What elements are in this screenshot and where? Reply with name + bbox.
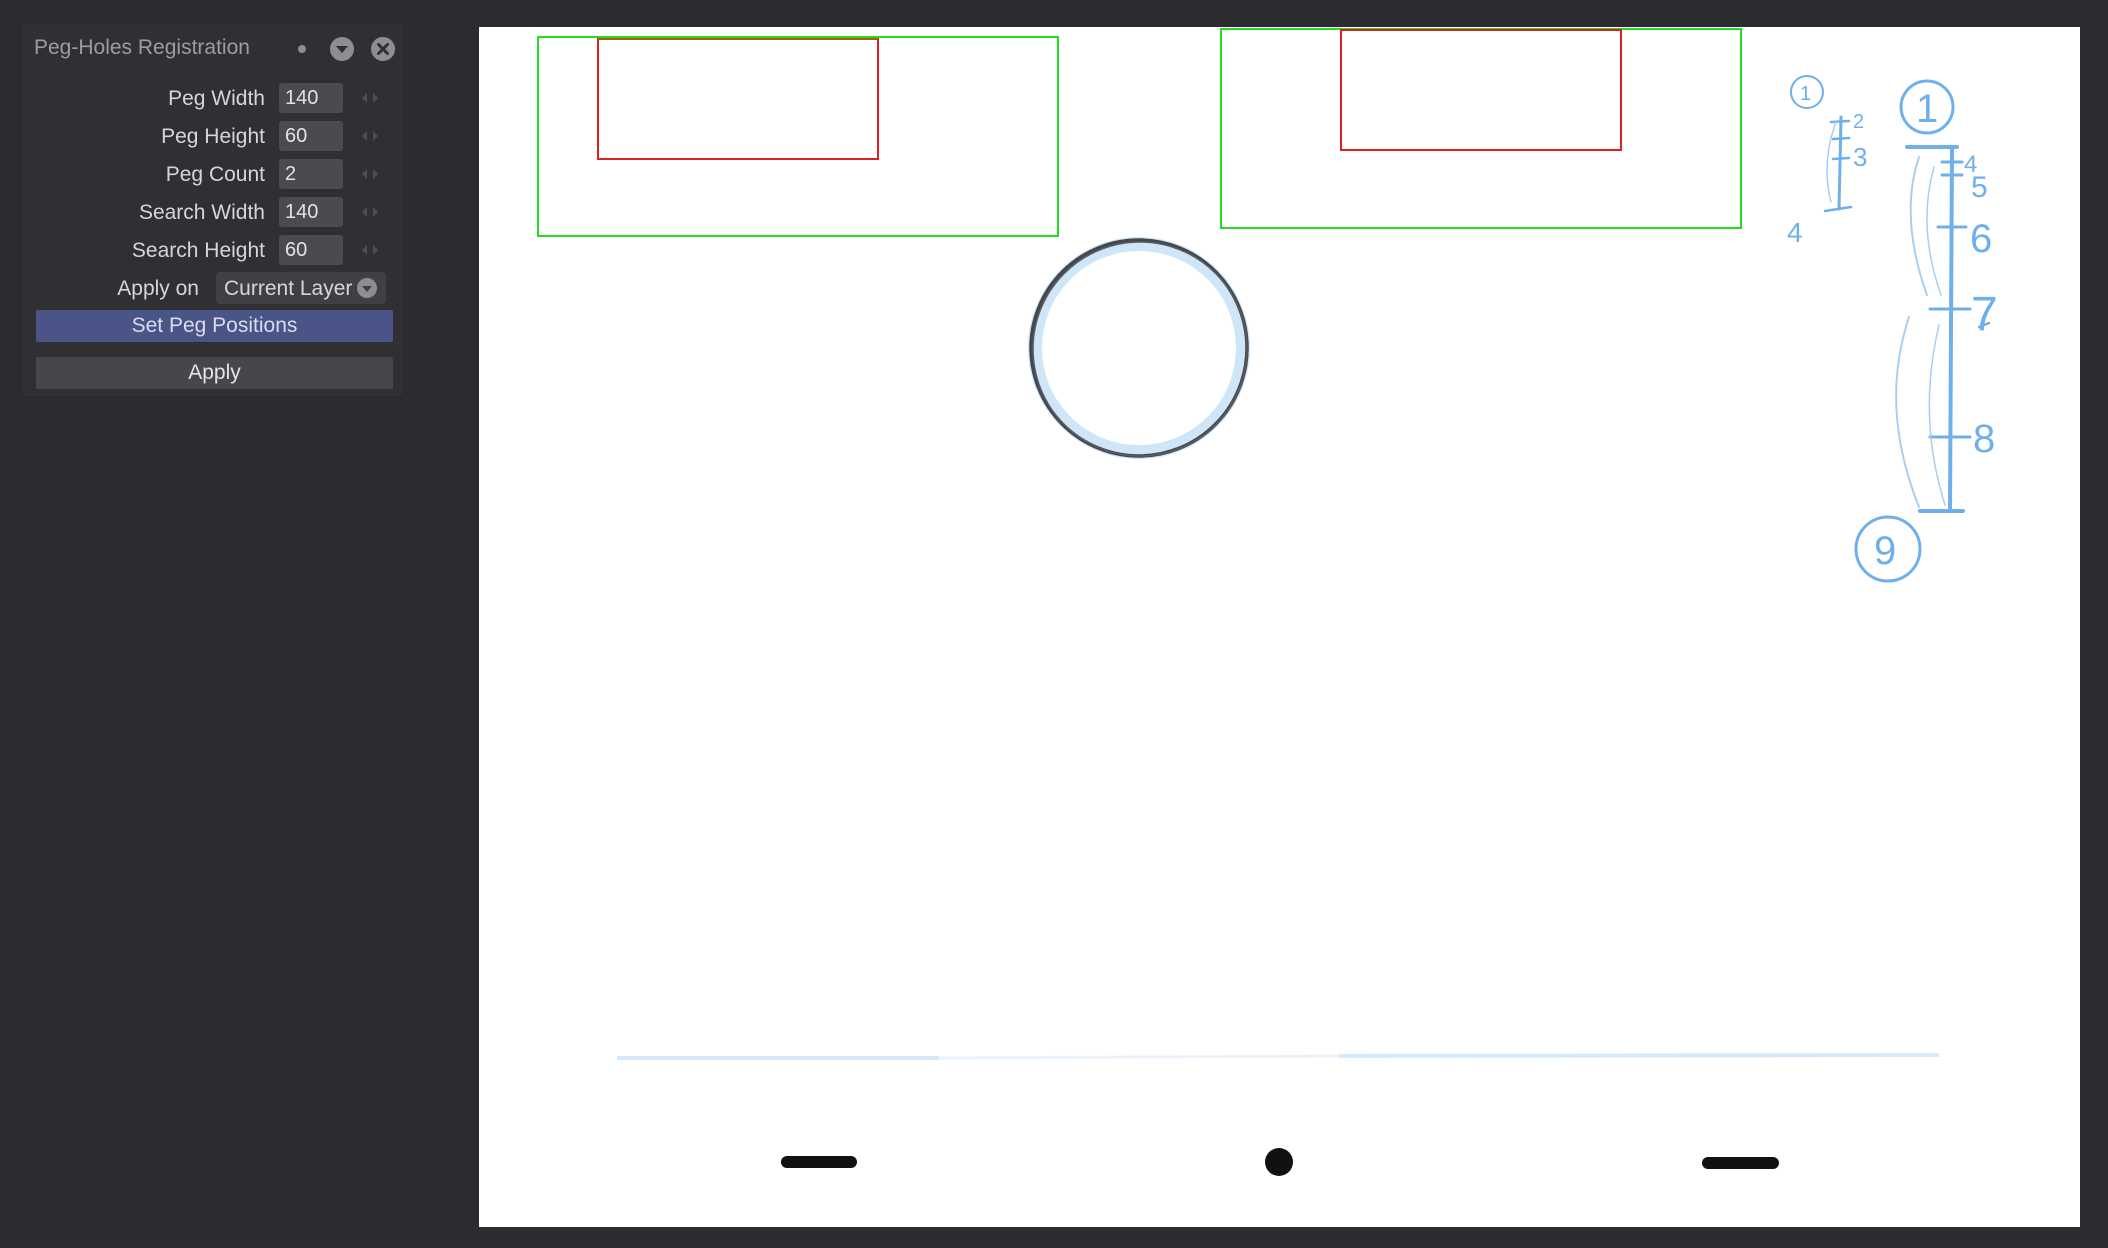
- peg-width-row: Peg Width: [22, 83, 403, 113]
- drawing-canvas[interactable]: 1 2 3 4 1 4 5 6 7 8 9: [479, 27, 2080, 1227]
- guide-line: [617, 1053, 1940, 1060]
- timing-chart-sketch: [1790, 75, 1991, 583]
- status-dot-icon[interactable]: [298, 45, 306, 53]
- peg-region-left[interactable]: [597, 38, 879, 160]
- search-height-input[interactable]: [279, 235, 343, 265]
- apply-on-selected-value: Current Layer: [224, 277, 353, 300]
- large-chart-label-7: 7: [1971, 288, 1998, 341]
- search-width-label: Search Width: [138, 201, 265, 224]
- drag-handle-icon[interactable]: [360, 91, 380, 105]
- timing-chart-labels: 1 2 3 4 1 4 5 6 7 8 9: [1787, 83, 1998, 573]
- peg-height-row: Peg Height: [22, 121, 403, 151]
- peg-height-label: Peg Height: [161, 125, 265, 148]
- drag-handle-icon[interactable]: [360, 205, 380, 219]
- drag-handle-icon[interactable]: [360, 167, 380, 181]
- peg-region-right[interactable]: [1340, 29, 1622, 151]
- peg-width-label: Peg Width: [168, 87, 265, 110]
- search-width-row: Search Width: [22, 197, 403, 227]
- small-chart-label-2: 2: [1853, 111, 1864, 133]
- large-chart-label-9: 9: [1874, 529, 1896, 573]
- large-chart-label-6: 6: [1970, 217, 1992, 261]
- apply-on-select[interactable]: Current Layer: [216, 272, 386, 304]
- search-region-left[interactable]: [537, 36, 1059, 237]
- chevron-down-circle-icon: [357, 278, 377, 298]
- drag-handle-icon[interactable]: [360, 129, 380, 143]
- small-chart-label-1: 1: [1800, 83, 1811, 105]
- search-height-row: Search Height: [22, 235, 403, 265]
- apply-on-row: Apply on Current Layer: [22, 272, 403, 304]
- large-chart-label-5: 5: [1971, 171, 1988, 204]
- set-peg-positions-button[interactable]: Set Peg Positions: [36, 310, 393, 342]
- drag-handle-icon[interactable]: [360, 243, 380, 257]
- panel-title: Peg-Holes Registration: [34, 36, 250, 59]
- small-chart-label-3: 3: [1853, 142, 1867, 172]
- peg-count-input[interactable]: [279, 159, 343, 189]
- peg-width-input[interactable]: [279, 83, 343, 113]
- peg-height-input[interactable]: [279, 121, 343, 151]
- close-circle-icon[interactable]: [370, 36, 396, 62]
- large-chart-label-8: 8: [1973, 417, 1995, 461]
- canvas-drawing: 1 2 3 4 1 4 5 6 7 8 9: [537, 28, 1998, 1176]
- peg-hole-center: [1265, 1148, 1293, 1176]
- search-width-input[interactable]: [279, 197, 343, 227]
- search-region-right[interactable]: [1220, 28, 1742, 229]
- apply-on-label: Apply on: [117, 277, 199, 300]
- search-height-label: Search Height: [131, 239, 265, 262]
- apply-button[interactable]: Apply: [36, 357, 393, 389]
- peg-holes-registration-panel: Peg-Holes Registration Peg Width Peg Hei…: [22, 24, 403, 396]
- panel-header: Peg-Holes Registration: [22, 24, 403, 70]
- small-chart-label-4: 4: [1787, 217, 1803, 248]
- peg-count-label: Peg Count: [165, 163, 265, 186]
- peg-count-row: Peg Count: [22, 159, 403, 189]
- chevron-down-circle-icon[interactable]: [329, 36, 355, 62]
- bubble-sketch: [1028, 237, 1250, 459]
- large-chart-label-1: 1: [1916, 87, 1938, 131]
